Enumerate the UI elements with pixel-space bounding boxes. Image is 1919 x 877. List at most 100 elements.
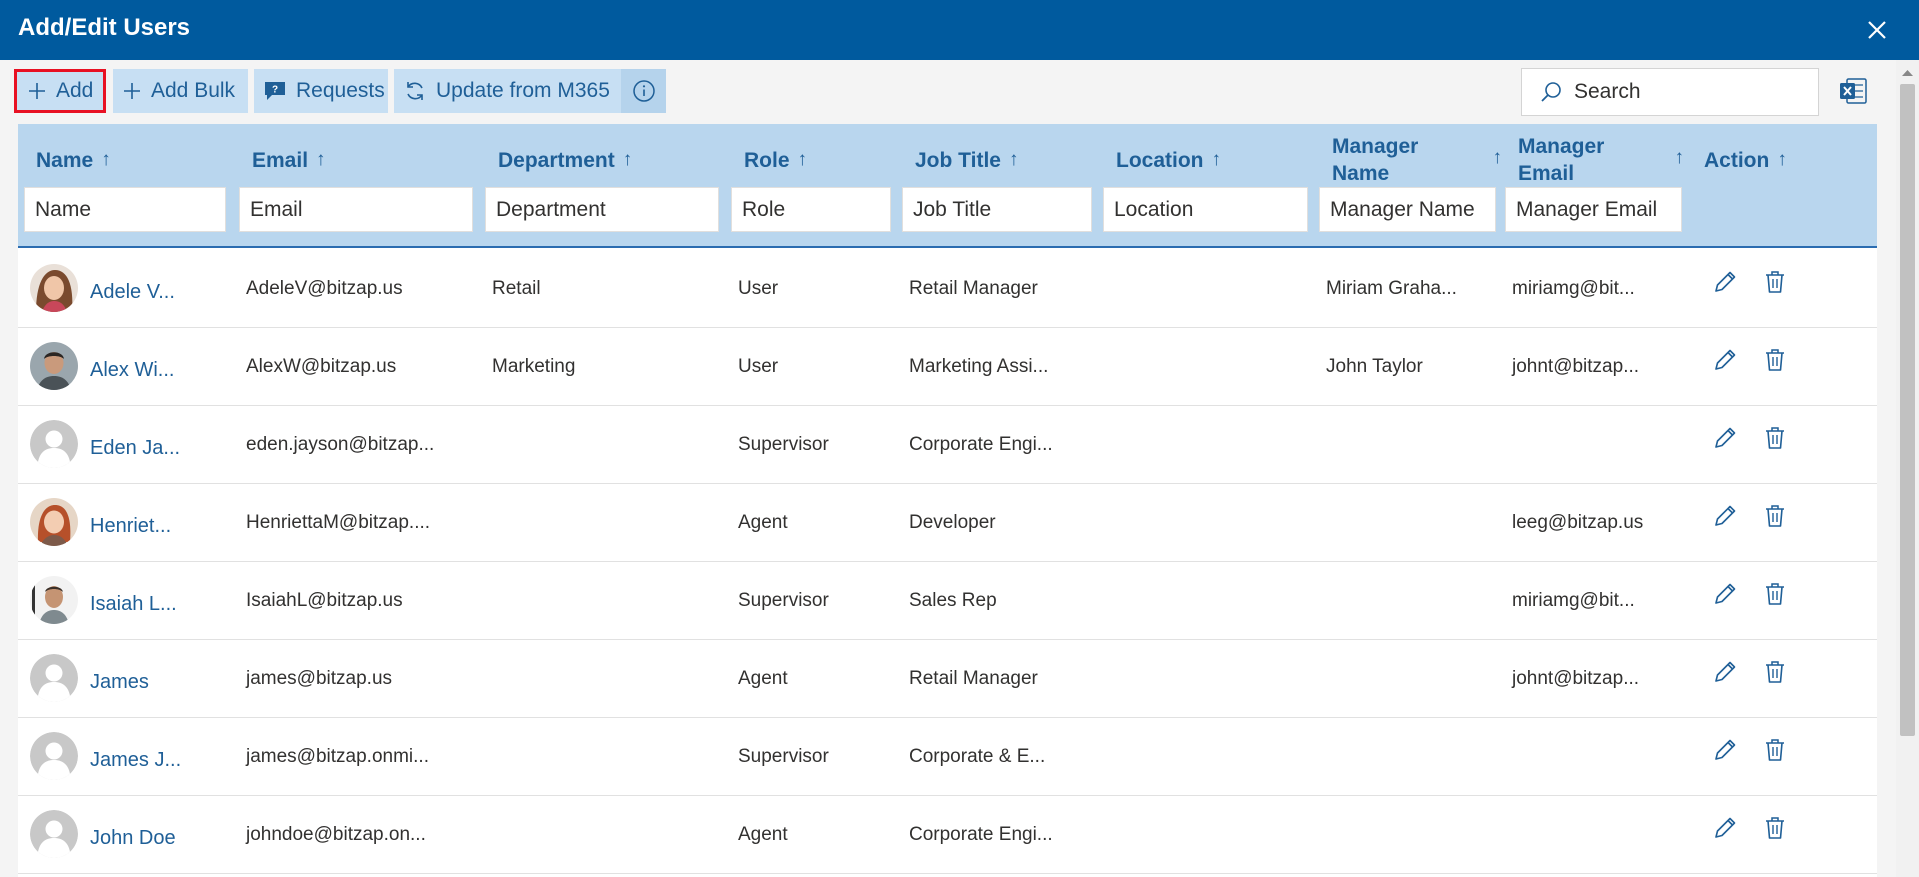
column-header-role[interactable]: Role ↑ (744, 131, 807, 189)
cell-role: Agent (738, 512, 788, 533)
users-table: Name ↑ Email ↑ Department ↑ Role ↑ Job T… (18, 124, 1877, 877)
cell-role: User (738, 356, 779, 377)
search-input[interactable] (1574, 80, 1794, 104)
filter-manager-email-input[interactable] (1505, 187, 1682, 232)
scrollbar-thumb[interactable] (1900, 84, 1915, 736)
delete-trash-icon[interactable] (1761, 346, 1789, 374)
add-button-label: Add (56, 79, 94, 102)
edit-pencil-icon[interactable] (1711, 424, 1739, 452)
cell-name[interactable]: James (90, 640, 149, 718)
cell-manager-name: John Taylor (1326, 356, 1423, 377)
cell-name[interactable]: James J... (90, 718, 181, 796)
column-header-manager-name[interactable]: Manager Name ↑ (1332, 131, 1502, 189)
info-icon (632, 80, 655, 102)
sort-arrow-icon: ↑ (1674, 147, 1685, 168)
window-title: Add/Edit Users (18, 14, 191, 41)
cell-job-title: Developer (909, 512, 996, 533)
filter-department-input[interactable] (485, 187, 719, 232)
refresh-icon (407, 82, 423, 100)
column-label: Email (252, 148, 309, 172)
delete-trash-icon[interactable] (1761, 658, 1789, 686)
cell-job-title: Corporate & E... (909, 746, 1046, 767)
search-box[interactable] (1521, 68, 1819, 116)
scroll-up-arrow-icon[interactable] (1896, 66, 1919, 80)
cell-manager-name: Miriam Graha... (1326, 278, 1457, 299)
filter-job-title-input[interactable] (902, 187, 1092, 232)
filter-manager-name-input[interactable] (1319, 187, 1496, 232)
filter-role-input[interactable] (731, 187, 891, 232)
cell-job-title: Retail Manager (909, 668, 1038, 689)
column-header-action[interactable]: Action ↑ (1704, 131, 1787, 189)
cell-manager-email: leeg@bitzap.us (1512, 512, 1644, 533)
cell-name[interactable]: Alex Wi... (90, 328, 174, 406)
avatar (30, 654, 78, 702)
delete-trash-icon[interactable] (1761, 580, 1789, 608)
cell-email: IsaiahL@bitzap.us (246, 590, 403, 611)
delete-trash-icon[interactable] (1761, 736, 1789, 764)
excel-export-icon[interactable] (1838, 76, 1868, 106)
cell-name[interactable]: John Doe (90, 796, 176, 874)
column-label: Department (498, 148, 615, 172)
sort-arrow-icon: ↑ (622, 149, 633, 170)
add-bulk-button-label: Add Bulk (151, 79, 236, 102)
cell-role: Supervisor (738, 746, 829, 767)
table-row[interactable]: Adele V... AdeleV@bitzap.us Retail User Reta… (18, 250, 1877, 328)
edit-pencil-icon[interactable] (1711, 268, 1739, 296)
add-button[interactable]: Add (14, 69, 106, 113)
column-header-location[interactable]: Location ↑ (1116, 131, 1221, 189)
avatar (30, 498, 78, 546)
table-row[interactable]: John Doe johndoe@bitzap.on... Agent Corpora… (18, 796, 1877, 874)
cell-name[interactable]: Adele V... (90, 250, 175, 328)
update-from-m365-button[interactable]: Update from M365 (394, 69, 621, 113)
delete-trash-icon[interactable] (1761, 268, 1789, 296)
cell-name[interactable]: Henriet... (90, 484, 171, 562)
edit-pencil-icon[interactable] (1711, 736, 1739, 764)
edit-pencil-icon[interactable] (1711, 502, 1739, 530)
requests-button[interactable]: ? Requests (254, 69, 388, 113)
delete-trash-icon[interactable] (1761, 502, 1789, 530)
sort-arrow-icon: ↑ (1211, 149, 1222, 170)
table-row[interactable]: James J... james@bitzap.onmi... Supervisor… (18, 718, 1877, 796)
cell-role: User (738, 278, 779, 299)
table-row[interactable]: Alex Wi... AlexW@bitzap.us Marketing User Ma… (18, 328, 1877, 406)
close-icon[interactable] (1863, 16, 1891, 44)
column-label: Name (36, 148, 94, 172)
cell-role: Supervisor (738, 434, 829, 455)
plus-icon (29, 83, 45, 99)
cell-email: johndoe@bitzap.on... (246, 824, 426, 845)
table-row[interactable]: James james@bitzap.us Agent Retail Manager j… (18, 640, 1877, 718)
sort-arrow-icon: ↑ (316, 149, 326, 170)
edit-pencil-icon[interactable] (1711, 580, 1739, 608)
table-row[interactable]: Eden Ja... eden.jayson@bitzap... Superviso… (18, 406, 1877, 484)
column-header-department[interactable]: Department ↑ (498, 131, 632, 189)
edit-pencil-icon[interactable] (1711, 658, 1739, 686)
delete-trash-icon[interactable] (1761, 424, 1789, 452)
column-header-manager-email[interactable]: Manager Email ↑ (1518, 131, 1684, 189)
table-header: Name ↑ Email ↑ Department ↑ Role ↑ Job T… (18, 124, 1877, 248)
cell-name[interactable]: Eden Ja... (90, 406, 180, 484)
table-row[interactable]: Henriet... HenriettaM@bitzap.... Agent Deve… (18, 484, 1877, 562)
add-bulk-button[interactable]: Add Bulk (113, 69, 248, 113)
info-button[interactable] (621, 69, 666, 113)
edit-pencil-icon[interactable] (1711, 814, 1739, 842)
table-row[interactable]: Isaiah L... IsaiahL@bitzap.us Supervisor Sa… (18, 562, 1877, 640)
filter-name-input[interactable] (24, 187, 226, 232)
filter-location-input[interactable] (1103, 187, 1308, 232)
cell-name[interactable]: Isaiah L... (90, 562, 177, 640)
edit-pencil-icon[interactable] (1711, 346, 1739, 374)
plus-icon (124, 83, 140, 99)
cell-role: Agent (738, 824, 788, 845)
toolbar: Add Add Bulk ? Requests Update from M365 (0, 60, 1900, 124)
vertical-scrollbar[interactable] (1896, 60, 1919, 877)
avatar (30, 576, 78, 624)
cell-email: james@bitzap.onmi... (246, 746, 429, 767)
column-header-job-title[interactable]: Job Title ↑ (915, 131, 1018, 189)
sort-arrow-icon: ↑ (101, 149, 111, 170)
cell-manager-email: johnt@bitzap... (1512, 356, 1640, 377)
filter-email-input[interactable] (239, 187, 473, 232)
delete-trash-icon[interactable] (1761, 814, 1789, 842)
column-label: Action (1704, 148, 1770, 172)
column-header-email[interactable]: Email ↑ (252, 131, 326, 189)
avatar (30, 342, 78, 390)
column-header-name[interactable]: Name ↑ (36, 131, 111, 189)
